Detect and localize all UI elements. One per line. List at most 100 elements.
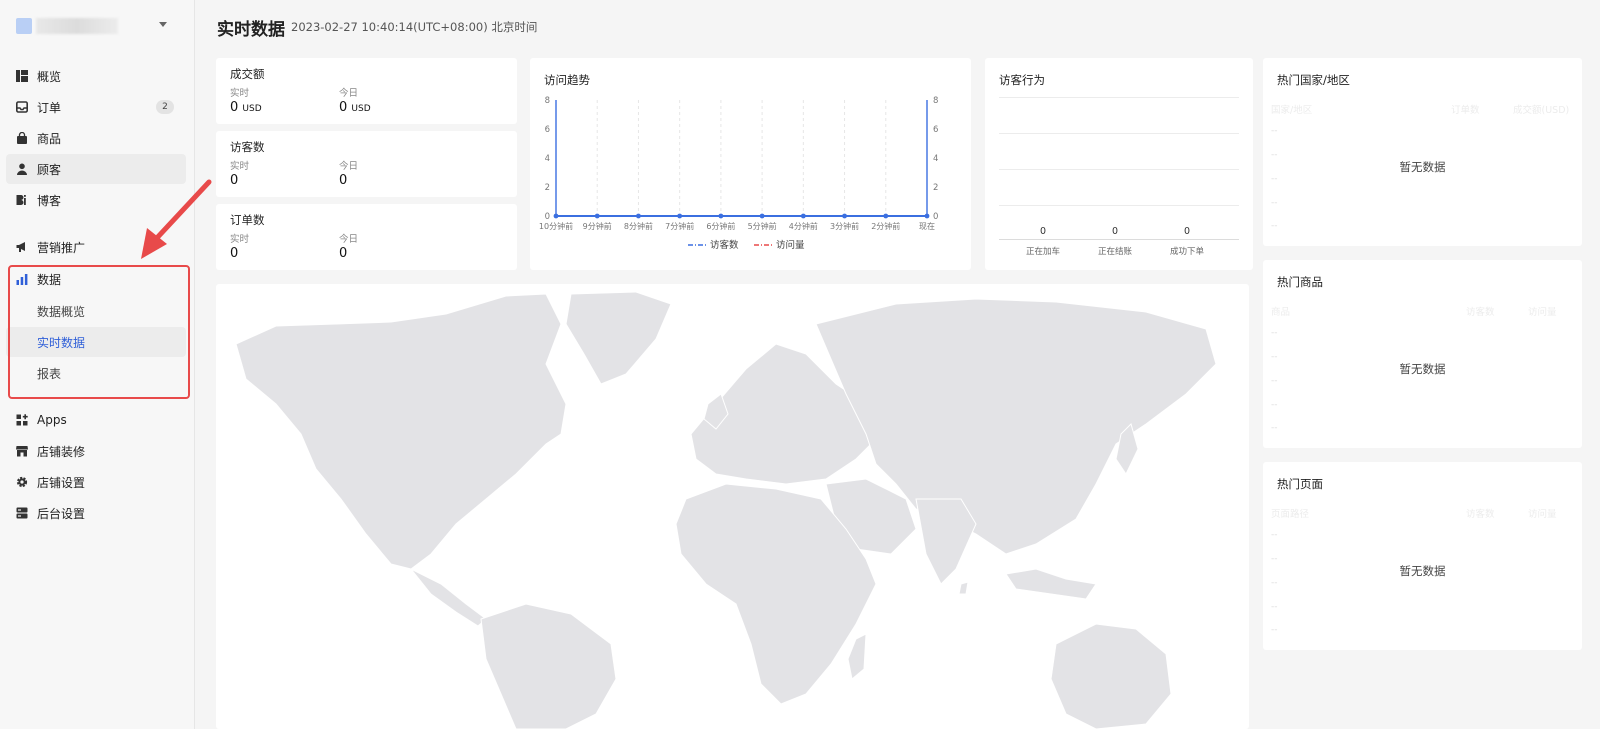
storefront-icon xyxy=(16,445,28,457)
gear-icon xyxy=(16,476,28,488)
x-tick-label: 10分钟前 xyxy=(539,221,573,231)
column-header: 访问量 xyxy=(1528,509,1557,520)
y-tick-label-left: 0 xyxy=(545,212,550,222)
stat-label-today: 今日 xyxy=(339,161,359,172)
data-point xyxy=(594,213,600,219)
hot-regions-card: 热门国家/地区 国家/地区 订单数 成交额(USD) -- -- -- -- -… xyxy=(1263,58,1582,246)
x-tick-label: 3分钟前 xyxy=(830,221,859,231)
x-tick-label: 7分钟前 xyxy=(665,221,694,231)
y-tick-label-right: 0 xyxy=(933,212,938,222)
behavior-value: 0 xyxy=(1111,226,1119,237)
sidebar-item-store-settings[interactable]: 店铺设置 xyxy=(6,467,186,497)
placeholder-dash: -- xyxy=(1271,221,1278,231)
sidebar-item-store-design[interactable]: 店铺装修 xyxy=(6,436,186,466)
column-header: 国家/地区 xyxy=(1271,105,1313,116)
placeholder-dash: -- xyxy=(1271,174,1278,184)
empty-state-text: 暂无数据 xyxy=(1399,362,1446,376)
store-logo xyxy=(16,18,32,34)
chevron-down-icon xyxy=(159,22,167,27)
sidebar-item-label: Apps xyxy=(37,413,67,427)
stat-label-today: 今日 xyxy=(339,234,359,245)
x-tick-label: 9分钟前 xyxy=(583,221,612,231)
stat-card-sales: 成交额 实时 今日 0 USD 0 USD xyxy=(216,58,517,124)
sidebar-item-label: 店铺装修 xyxy=(37,444,86,459)
stat-value-today: 0 xyxy=(339,246,348,261)
column-header: 访问量 xyxy=(1528,307,1557,318)
column-header: 商品 xyxy=(1271,307,1291,318)
store-name-blurred xyxy=(36,18,118,34)
behavior-label: 正在加车 xyxy=(1025,247,1060,257)
apps-icon xyxy=(16,414,28,426)
y-tick-label-right: 4 xyxy=(933,154,938,164)
sidebar-item-label: 后台设置 xyxy=(37,506,86,521)
divider xyxy=(999,133,1239,134)
data-point xyxy=(718,213,724,219)
stat-value-today: 0 xyxy=(339,173,348,188)
stat-value-today: 0 USD xyxy=(339,100,371,115)
sidebar-item-admin-settings[interactable]: 后台设置 xyxy=(6,498,186,528)
sidebar-item-label: 顾客 xyxy=(37,162,62,177)
x-tick-label: 4分钟前 xyxy=(789,221,818,231)
placeholder-dash: -- xyxy=(1271,328,1278,338)
stat-value-realtime: 0 USD xyxy=(230,100,262,115)
data-point xyxy=(883,213,889,219)
annotation-highlight-box xyxy=(8,265,190,399)
sidebar-item-apps[interactable]: Apps xyxy=(6,405,186,435)
column-header: 成交额(USD) xyxy=(1513,105,1570,116)
y-tick-label-right: 8 xyxy=(933,96,938,106)
x-tick-label: 5分钟前 xyxy=(748,221,777,231)
sidebar-item-orders[interactable]: 订单 2 xyxy=(6,92,186,122)
card-title: 热门商品 xyxy=(1277,275,1323,289)
stat-label-today: 今日 xyxy=(339,88,359,99)
stat-title: 订单数 xyxy=(230,213,265,227)
sidebar-item-products[interactable]: 商品 xyxy=(6,123,186,153)
behavior-value: 0 xyxy=(1039,226,1047,237)
annotation-arrow-icon xyxy=(141,179,212,259)
stat-title: 成交额 xyxy=(230,67,265,81)
legend-label: 访问量 xyxy=(776,239,805,251)
map-region-sri-lanka xyxy=(958,581,969,595)
behavior-value: 0 xyxy=(1183,226,1191,237)
data-point xyxy=(800,213,806,219)
page-title: 实时数据 xyxy=(217,20,285,40)
world-map[interactable] xyxy=(216,284,1249,729)
card-title: 访客行为 xyxy=(999,73,1045,87)
empty-state-text: 暂无数据 xyxy=(1399,160,1446,174)
y-tick-label-left: 2 xyxy=(545,183,550,193)
behavior-label: 正在结账 xyxy=(1097,247,1132,257)
sidebar-item-overview[interactable]: 概览 xyxy=(6,61,186,91)
inbox-icon xyxy=(16,101,28,113)
map-region-central-america xyxy=(410,568,487,627)
hot-products-card: 热门商品 商品 访客数 访问量 -- -- -- -- -- 暂无数据 xyxy=(1263,260,1582,448)
store-switcher[interactable] xyxy=(16,16,181,36)
sidebar-item-label: 博客 xyxy=(37,193,62,208)
world-map-card xyxy=(216,284,1249,729)
y-tick-label-left: 8 xyxy=(545,96,550,106)
y-tick-label-left: 4 xyxy=(545,154,550,164)
data-point xyxy=(636,213,641,219)
blog-icon xyxy=(16,194,28,206)
x-tick-label: 现在 xyxy=(919,221,935,231)
map-region-madagascar xyxy=(847,633,867,680)
behavior-label: 成功下单 xyxy=(1169,247,1204,257)
placeholder-dash: -- xyxy=(1271,198,1278,208)
placeholder-dash: -- xyxy=(1271,602,1278,612)
data-point xyxy=(677,213,683,219)
stat-title: 访客数 xyxy=(230,140,265,154)
map-region-australia xyxy=(1050,623,1172,729)
x-tick-label: 8分钟前 xyxy=(624,221,653,231)
visitor-behavior-card: 访客行为 0 0 0 正在加车 正在结账 成功下单 xyxy=(985,58,1253,270)
legend-label: 访客数 xyxy=(710,239,739,251)
axis-line xyxy=(999,239,1239,240)
map-region-south-america xyxy=(480,603,617,729)
map-region-southeast-asia xyxy=(1005,568,1097,600)
data-point xyxy=(924,213,930,219)
data-point xyxy=(553,213,559,219)
stat-label-realtime: 实时 xyxy=(230,88,250,99)
person-icon xyxy=(16,163,28,175)
stat-value-realtime: 0 xyxy=(230,246,239,261)
visit-trend-chart: 0 0 2 2 4 4 6 6 8 8 10分钟前 9分钟前 8分钟前 7分钟前 6分钟前 5分钟前 4分钟前 3… xyxy=(539,96,939,251)
card-title: 热门国家/地区 xyxy=(1277,73,1350,87)
placeholder-dash: -- xyxy=(1271,625,1278,635)
placeholder-dash: -- xyxy=(1271,400,1278,410)
